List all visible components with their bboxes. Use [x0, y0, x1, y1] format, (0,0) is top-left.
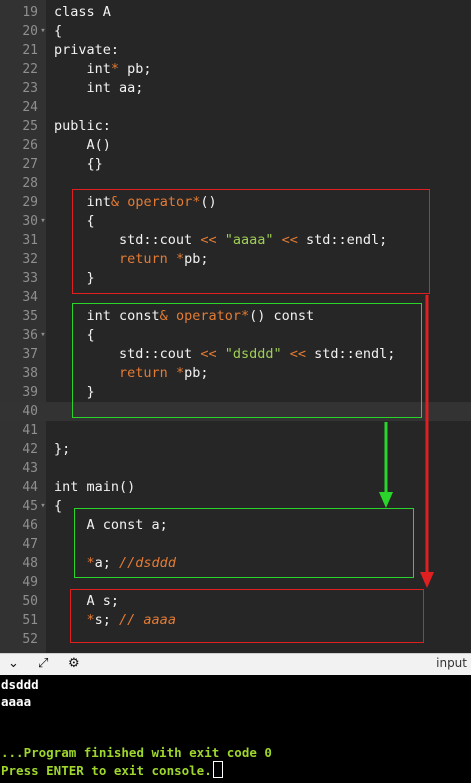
line-number: 32 — [22, 252, 38, 267]
console-line: dsddd — [1, 677, 39, 692]
console-toolbar: ⌄ ⤢ ⚙ input — [0, 653, 471, 676]
code-text: {} — [54, 156, 103, 172]
line-number: 39 — [22, 385, 38, 400]
console-line: Press ENTER to exit console. — [1, 761, 223, 779]
line-number: 51 — [22, 613, 38, 628]
code-line[interactable]: 26 A() — [0, 136, 471, 155]
line-number: 35 — [22, 309, 38, 324]
line-number: 42 — [22, 442, 38, 457]
expand-icon[interactable]: ⤢ — [38, 656, 48, 671]
code-text: { — [54, 23, 63, 39]
line-number: 37 — [22, 347, 38, 362]
code-line[interactable]: 27 {} — [0, 155, 471, 174]
code-line[interactable]: 24 — [0, 98, 471, 117]
line-number: 19 — [22, 5, 38, 20]
annotation-box-nonconst-object-call — [70, 589, 424, 643]
code-line[interactable]: 19 class A — [0, 3, 471, 22]
annotation-box-const-operator — [72, 303, 422, 418]
input-tab-label[interactable]: input — [436, 656, 467, 670]
line-number: 48 — [22, 556, 38, 571]
line-number: 47 — [22, 537, 38, 552]
line-number: 34 — [22, 290, 38, 305]
console-output[interactable]: dsddd aaaa ...Program finished with exit c… — [0, 675, 471, 783]
code-line[interactable]: 20 ▾ { — [0, 22, 471, 41]
line-number: 36 — [22, 328, 38, 343]
code-line[interactable]: 44 int main() — [0, 478, 471, 497]
line-number: 24 — [22, 100, 38, 115]
fold-arrow-icon[interactable]: ▾ — [38, 326, 48, 345]
code-text: int* pb; — [54, 61, 152, 77]
fold-arrow-icon[interactable]: ▾ — [38, 22, 48, 41]
line-number: 30 — [22, 214, 38, 229]
settings-icon[interactable]: ⚙ — [68, 656, 80, 671]
line-number: 25 — [22, 119, 38, 134]
code-text: A() — [54, 137, 111, 153]
code-text: int main() — [54, 479, 136, 495]
line-number: 38 — [22, 366, 38, 381]
line-number: 29 — [22, 195, 38, 210]
line-number: 20 — [22, 24, 38, 39]
line-number: 46 — [22, 518, 38, 533]
annotation-box-const-object-call — [74, 508, 414, 578]
code-line[interactable]: 42}; — [0, 440, 471, 459]
code-text: int aa; — [54, 80, 144, 96]
line-number: 50 — [22, 594, 38, 609]
line-number: 49 — [22, 575, 38, 590]
code-text: { — [54, 498, 63, 514]
console-cursor — [212, 761, 223, 778]
line-number: 52 — [22, 632, 38, 647]
line-number: 40 — [22, 404, 38, 419]
line-number: 26 — [22, 138, 38, 153]
code-text: private: — [54, 42, 120, 58]
code-text: public: — [54, 118, 111, 134]
fold-arrow-icon[interactable]: ▾ — [38, 497, 48, 516]
line-number: 41 — [22, 423, 38, 438]
chevron-down-icon[interactable]: ⌄ — [8, 656, 19, 671]
code-text: class A — [54, 4, 111, 20]
code-line[interactable]: 43 — [0, 459, 471, 478]
code-line[interactable]: 21 private: — [0, 41, 471, 60]
code-line[interactable]: 25 public: — [0, 117, 471, 136]
code-editor[interactable]: 19 class A 20 ▾{21 private: 22 int* pb; 23 int… — [0, 0, 471, 653]
code-line[interactable]: 23 int aa; — [0, 79, 471, 98]
line-number: 22 — [22, 62, 38, 77]
line-number: 44 — [22, 480, 38, 495]
console-line: aaaa — [1, 694, 32, 709]
fold-arrow-icon[interactable]: ▾ — [38, 212, 48, 231]
annotation-box-nonconst-operator — [72, 189, 430, 294]
line-number: 43 — [22, 461, 38, 476]
line-number: 21 — [22, 43, 38, 58]
line-number: 45 — [22, 499, 38, 514]
line-number: 33 — [22, 271, 38, 286]
code-line[interactable]: 41 — [0, 421, 471, 440]
console-line: ...Program finished with exit code 0 — [1, 745, 272, 760]
line-number: 23 — [22, 81, 38, 96]
line-number: 31 — [22, 233, 38, 248]
line-number: 27 — [22, 157, 38, 172]
code-line[interactable]: 22 int* pb; — [0, 60, 471, 79]
code-text: }; — [54, 441, 71, 457]
line-number: 28 — [22, 176, 38, 191]
